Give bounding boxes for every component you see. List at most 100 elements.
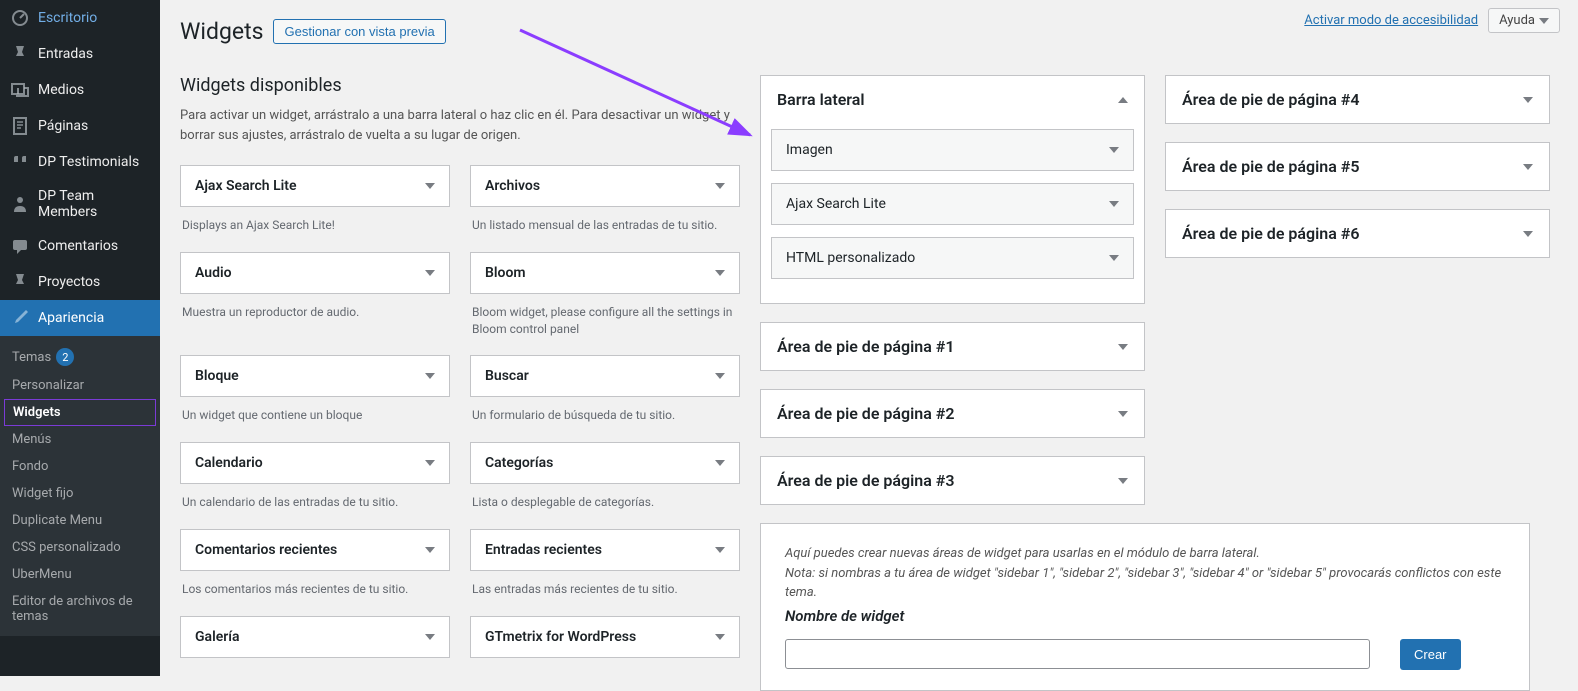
menu-item-apariencia[interactable]: Apariencia [0,300,160,336]
menu-item-dp-team-members[interactable]: DP Team Members [0,180,160,228]
available-widget[interactable]: Comentarios recientes [180,529,450,571]
submenu-label: UberMenu [12,567,72,582]
submenu-item-css-personalizado[interactable]: CSS personalizado [0,534,160,561]
widget-name: Entradas recientes [485,542,602,558]
menu-label: Medios [38,82,84,98]
available-widget[interactable]: Archivos [470,165,740,207]
chevron-down-icon [1118,344,1128,350]
menu-label: Proyectos [38,274,100,290]
menu-item-entradas[interactable]: Entradas [0,36,160,72]
menu-item-proyectos[interactable]: Proyectos [0,264,160,300]
widget-area-body: Imagen Ajax Search Lite HTML personalizado [761,123,1144,303]
chevron-down-icon [715,373,725,379]
menu-item-páginas[interactable]: Páginas [0,108,160,144]
submenu-label: Fondo [12,459,48,474]
dashboard-icon [10,8,30,28]
menu-label: Escritorio [38,10,97,26]
submenu-item-fondo[interactable]: Fondo [0,453,160,480]
widget-area-header[interactable]: Área de pie de página #5 [1166,143,1549,190]
menu-item-comentarios[interactable]: Comentarios [0,228,160,264]
comment-icon [10,236,30,256]
widget-area: Área de pie de página #2 [760,389,1145,438]
widget-area-title: Área de pie de página #6 [1182,224,1359,243]
widget-name: Audio [195,265,232,281]
widget-area: Área de pie de página #6 [1165,209,1550,258]
widget-name: Categorías [485,455,553,471]
available-widget[interactable]: Bloque [180,355,450,397]
widget-area-header[interactable]: Área de pie de página #6 [1166,210,1549,257]
available-widget[interactable]: Categorías [470,442,740,484]
widget-area-header[interactable]: Área de pie de página #2 [761,390,1144,437]
widget-area-header[interactable]: Área de pie de página #3 [761,457,1144,504]
placed-widget[interactable]: Imagen [771,129,1134,171]
menu-label: Comentarios [38,238,118,254]
widget-name: Galería [195,629,240,645]
menu-item-medios[interactable]: Medios [0,72,160,108]
widget-area-title: Barra lateral [777,90,865,109]
menu-item-escritorio[interactable]: Escritorio [0,0,160,36]
available-widget[interactable]: Entradas recientes [470,529,740,571]
widget-area: Área de pie de página #4 [1165,75,1550,124]
submenu-label: Temas [12,350,51,365]
appearance-submenu: Temas 2 Personalizar WidgetsMenús Fondo Widge… [0,336,160,636]
menu-label: Páginas [38,118,88,134]
widget-name: Ajax Search Lite [195,178,297,194]
widget-area-title: Área de pie de página #5 [1182,157,1359,176]
submenu-item-widgets[interactable]: Widgets [4,399,156,426]
widget-name: Buscar [485,368,529,384]
widget-area-title: Área de pie de página #2 [777,404,954,423]
available-widget[interactable]: Audio [180,252,450,294]
submenu-item-temas[interactable]: Temas 2 [0,342,160,372]
media-icon [10,80,30,100]
widget-area-header[interactable]: Barra lateral [761,76,1144,123]
person-icon [10,194,30,214]
chevron-down-icon [715,270,725,276]
menu-item-dp-testimonials[interactable]: DP Testimonials [0,144,160,180]
manage-preview-button[interactable]: Gestionar con vista previa [273,19,445,44]
count-badge: 2 [56,348,74,366]
widget-area-header[interactable]: Área de pie de página #1 [761,323,1144,370]
chevron-down-icon [425,270,435,276]
chevron-down-icon [1118,411,1128,417]
chevron-down-icon [1109,201,1119,207]
widget-name: Bloom [485,265,526,281]
widget-description: Un calendario de las entradas de tu siti… [180,484,450,529]
available-widgets-grid: Ajax Search Lite Displays an Ajax Search … [180,165,740,686]
menu-label: Entradas [38,46,93,62]
widget-area: Área de pie de página #5 [1165,142,1550,191]
widget-name: Archivos [485,178,540,194]
widget-area-header[interactable]: Área de pie de página #4 [1166,76,1549,123]
available-widget[interactable]: Buscar [470,355,740,397]
submenu-item-editor-de-archivos-de-temas[interactable]: Editor de archivos de temas [0,588,160,630]
accessibility-link[interactable]: Activar modo de accesibilidad [1304,13,1478,28]
placed-widget[interactable]: Ajax Search Lite [771,183,1134,225]
placed-widget-name: Ajax Search Lite [786,196,886,212]
submenu-label: Personalizar [12,378,84,393]
menu-label: DP Team Members [38,188,150,220]
available-widget[interactable]: Galería [180,616,450,658]
menu-label: DP Testimonials [38,154,139,170]
available-widget[interactable]: GTmetrix for WordPress [470,616,740,658]
widget-area: Área de pie de página #1 [760,322,1145,371]
chevron-down-icon [1523,97,1533,103]
widget-description: Un widget que contiene un bloque [180,397,450,442]
chevron-up-icon [1118,97,1128,103]
help-button[interactable]: Ayuda [1488,8,1560,33]
submenu-item-widget-fijo[interactable]: Widget fijo [0,480,160,507]
submenu-label: Widget fijo [12,486,73,501]
available-widget[interactable]: Calendario [180,442,450,484]
widget-description: Bloom widget, please configure all the s… [470,294,740,356]
available-widgets-title: Widgets disponibles [180,75,740,96]
placed-widget[interactable]: HTML personalizado [771,237,1134,279]
submenu-item-menús[interactable]: Menús [0,426,160,453]
page-title: Widgets [180,18,263,45]
widget-description: Displays an Ajax Search Lite! [180,207,450,252]
available-widget[interactable]: Bloom [470,252,740,294]
widget-area: Área de pie de página #3 [760,456,1145,505]
chevron-down-icon [1118,478,1128,484]
submenu-item-personalizar[interactable]: Personalizar [0,372,160,399]
submenu-item-duplicate-menu[interactable]: Duplicate Menu [0,507,160,534]
brush-icon [10,308,30,328]
available-widget[interactable]: Ajax Search Lite [180,165,450,207]
submenu-item-ubermenu[interactable]: UberMenu [0,561,160,588]
